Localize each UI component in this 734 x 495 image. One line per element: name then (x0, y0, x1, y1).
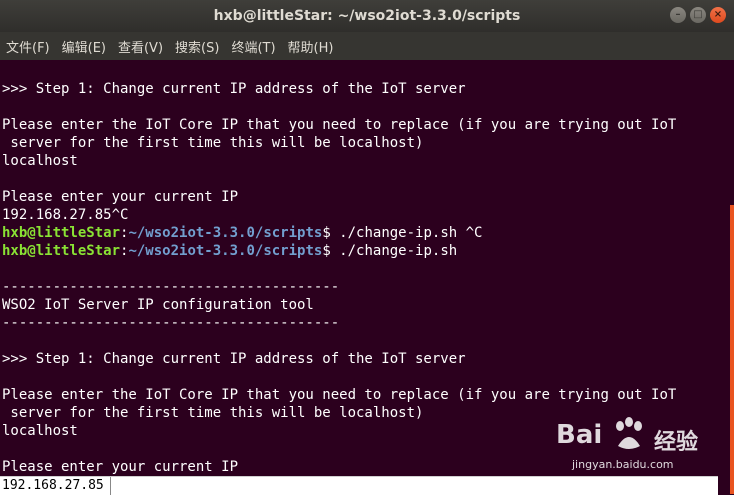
menu-bar: 文件(F) 编辑(E) 查看(V) 搜索(S) 终端(T) 帮助(H) (0, 32, 734, 60)
minimize-button[interactable]: – (670, 7, 686, 23)
watermark-url: jingyan.baidu.com (572, 458, 674, 471)
baidu-jingyan-watermark: Bai 经验 jingyan.baidu.com (556, 410, 716, 476)
menu-view[interactable]: 查看(V) (112, 37, 169, 56)
prompt-path: ~/wso2iot-3.3.0/scripts (128, 225, 323, 241)
watermark-cn: 经验 (654, 430, 699, 455)
terminal-line: >>> Step 1: Change current IP address of… (2, 81, 466, 97)
prompt-path: ~/wso2iot-3.3.0/scripts (128, 243, 323, 259)
menu-file[interactable]: 文件(F) (0, 37, 56, 56)
ime-input-bar[interactable]: 192.168.27.85 (0, 476, 718, 495)
terminal-scrollbar[interactable] (728, 60, 734, 494)
terminal-line: ---------------------------------------- (2, 279, 340, 295)
window-controls: – □ × (670, 7, 726, 23)
terminal-line: ---------------------------------------- (2, 315, 340, 331)
scrollbar-thumb[interactable] (730, 205, 734, 494)
prompt-command: $ ./change-ip.sh (322, 243, 458, 259)
terminal-line: WSO2 IoT Server IP configuration tool (2, 297, 314, 313)
prompt-command: $ ./change-ip.sh ^C (322, 225, 483, 241)
terminal-line: Please enter your current IP (2, 189, 239, 205)
terminal-line: >>> Step 1: Change current IP address of… (2, 351, 466, 367)
terminal-line: server for the first time this will be l… (2, 135, 424, 151)
menu-edit[interactable]: 编辑(E) (56, 37, 112, 56)
maximize-button[interactable]: □ (690, 7, 706, 23)
watermark-logo: Bai (556, 420, 603, 450)
terminal-line: Please enter the IoT Core IP that you ne… (2, 117, 677, 133)
terminal-line: 192.168.27.85^C (2, 207, 129, 223)
menu-search[interactable]: 搜索(S) (169, 37, 225, 56)
terminal-line: Please enter the IoT Core IP that you ne… (2, 387, 677, 403)
paw-icon (616, 417, 642, 449)
prompt-user: hxb@littleStar (2, 243, 121, 259)
input-value[interactable]: 192.168.27.85 (0, 477, 111, 495)
prompt-user: hxb@littleStar (2, 225, 121, 241)
menu-terminal[interactable]: 终端(T) (225, 37, 281, 56)
terminal-line: hxb@littleStar:~/wso2iot-3.3.0/scripts$ … (2, 224, 728, 242)
window-titlebar[interactable]: hxb@littleStar: ~/wso2iot-3.3.0/scripts … (0, 0, 734, 32)
close-button[interactable]: × (710, 7, 726, 23)
menu-help[interactable]: 帮助(H) (282, 37, 340, 56)
terminal-line: hxb@littleStar:~/wso2iot-3.3.0/scripts$ … (2, 242, 728, 260)
window-title: hxb@littleStar: ~/wso2iot-3.3.0/scripts (213, 8, 521, 24)
terminal-line: localhost (2, 153, 78, 169)
